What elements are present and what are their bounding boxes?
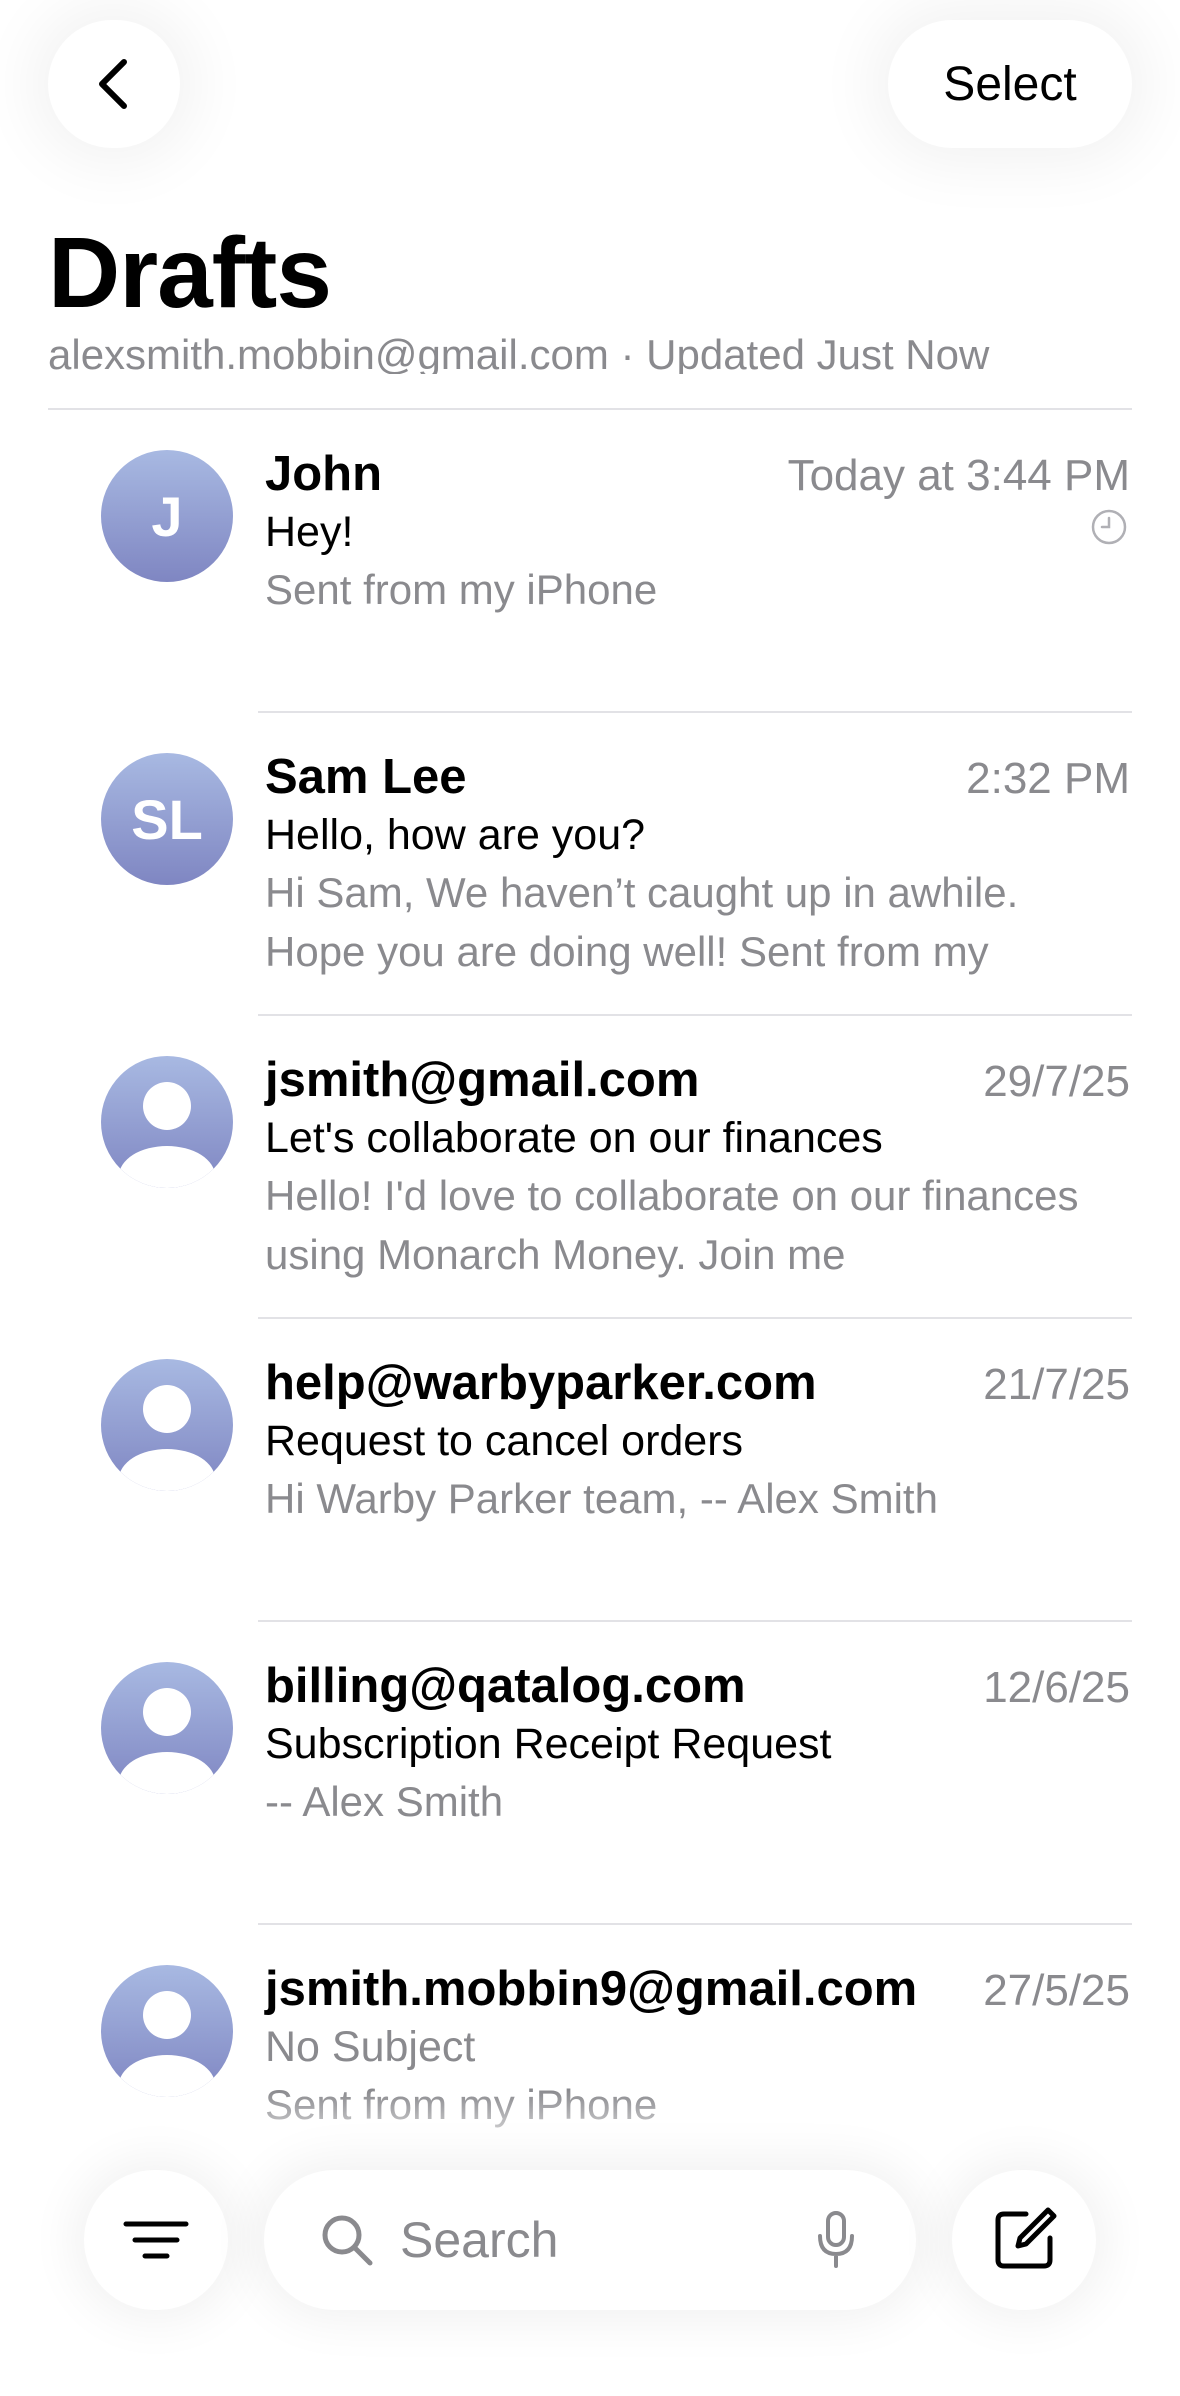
draft-sender: help@warbyparker.com — [265, 1356, 817, 1410]
person-icon — [119, 1991, 215, 2097]
search-icon — [322, 2215, 373, 2266]
draft-row[interactable]: jsmith@gmail.com 29/7/25 Let's collabora… — [0, 1016, 1180, 1319]
avatar: SL — [101, 753, 233, 885]
draft-preview: Hi Warby Parker team, -- Alex Smith — [265, 1475, 938, 1522]
draft-subject: Let's collaborate on our finances — [265, 1114, 883, 1162]
page-title: Drafts — [48, 217, 332, 329]
microphone-icon[interactable] — [816, 2210, 856, 2270]
draft-subject: Request to cancel orders — [265, 1417, 744, 1465]
draft-row[interactable]: SL Sam Lee 2:32 PM Hello, how are you? H… — [0, 713, 1180, 1016]
draft-subject: No Subject — [265, 2023, 476, 2071]
select-button[interactable]: Select — [888, 20, 1132, 148]
draft-date: 2:32 PM — [966, 754, 1130, 803]
compose-icon — [995, 2207, 1057, 2269]
filter-icon — [123, 2221, 189, 2259]
avatar — [101, 1662, 233, 1794]
person-icon — [119, 1385, 215, 1491]
avatar: J — [101, 450, 233, 582]
draft-subject: Hello, how are you? — [265, 811, 646, 859]
drafts-list: J John Today at 3:44 PM Hey! Sent from m… — [0, 410, 1180, 2228]
draft-subject: Subscription Receipt Request — [265, 1720, 832, 1768]
person-icon — [119, 1082, 215, 1188]
person-icon — [119, 1688, 215, 1794]
account-status: alexsmith.mobbin@gmail.com · Updated Jus… — [48, 331, 990, 374]
draft-date: 27/5/25 — [983, 1966, 1130, 2015]
draft-date: 29/7/25 — [983, 1057, 1130, 1106]
draft-sender: jsmith@gmail.com — [265, 1053, 700, 1107]
filter-button[interactable] — [84, 2170, 228, 2310]
avatar — [101, 1056, 233, 1188]
draft-date: Today at 3:44 PM — [787, 451, 1130, 500]
draft-preview: -- Alex Smith — [265, 1778, 504, 1825]
draft-sender: billing@qatalog.com — [265, 1659, 746, 1713]
search-bar[interactable]: Search — [264, 2170, 916, 2310]
draft-sender: John — [265, 447, 383, 501]
draft-row[interactable]: billing@qatalog.com 12/6/25 Subscription… — [0, 1622, 1180, 1925]
draft-row[interactable]: J John Today at 3:44 PM Hey! Sent from m… — [0, 410, 1180, 713]
avatar — [101, 1359, 233, 1491]
draft-preview: Hi Sam, We haven’t caught up in awhile. … — [265, 869, 1019, 975]
draft-date: 12/6/25 — [983, 1663, 1130, 1712]
back-button[interactable] — [48, 20, 180, 148]
avatar — [101, 1965, 233, 2097]
draft-subject: Hey! — [265, 508, 354, 556]
search-input[interactable]: Search — [400, 2211, 816, 2269]
draft-sender: Sam Lee — [265, 750, 467, 804]
draft-preview: Hello! I'd love to collaborate on our fi… — [265, 1172, 1079, 1278]
chevron-left-icon — [99, 59, 127, 109]
draft-preview: Sent from my iPhone — [265, 566, 658, 613]
draft-sender: jsmith.mobbin9@gmail.com — [265, 1962, 918, 2016]
drafts-screen: Select Drafts alexsmith.mobbin@gmail.com… — [0, 0, 1180, 2396]
draft-date: 21/7/25 — [983, 1360, 1130, 1409]
compose-button[interactable] — [952, 2170, 1096, 2310]
clock-icon — [1091, 509, 1127, 545]
draft-row[interactable]: help@warbyparker.com 21/7/25 Request to … — [0, 1319, 1180, 1622]
